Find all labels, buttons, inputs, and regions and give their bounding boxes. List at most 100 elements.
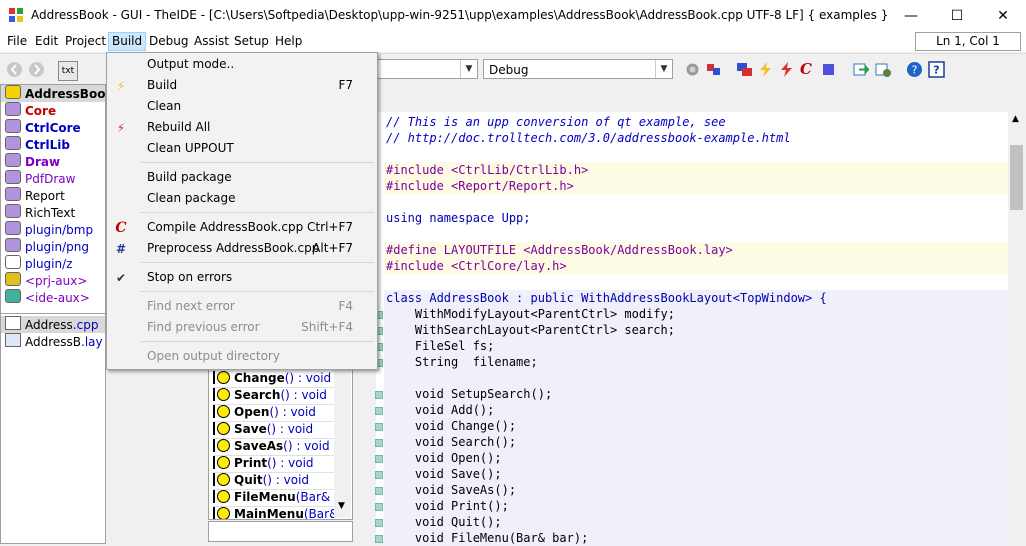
- package-item[interactable]: <prj-aux>: [5, 272, 87, 289]
- menu-help[interactable]: Help: [272, 33, 305, 50]
- method-icon: [217, 371, 230, 384]
- context-help-icon[interactable]: ?: [928, 61, 945, 78]
- build-menu-item[interactable]: ✔ Stop on errors: [107, 267, 375, 288]
- method-signature: () : void: [266, 422, 314, 436]
- build-menu-item[interactable]: Output mode..: [107, 54, 375, 75]
- package-item[interactable]: RichText: [5, 204, 75, 221]
- package-item[interactable]: plugin/z: [5, 255, 72, 272]
- package-item[interactable]: CtrlLib: [5, 136, 70, 153]
- navigator-item[interactable]: Save() : void: [213, 421, 339, 439]
- code-line: #include <Report/Report.h>: [386, 179, 574, 193]
- menu-item-label: Build package: [147, 170, 232, 184]
- forward-icon[interactable]: [28, 61, 45, 78]
- menu-build[interactable]: Build: [108, 32, 147, 51]
- build-menu-item[interactable]: Clean package: [107, 188, 375, 209]
- rebuild-icon[interactable]: [778, 61, 795, 78]
- run-icon[interactable]: [853, 61, 870, 78]
- package-icon: [5, 289, 21, 303]
- package-label: <prj-aux>: [25, 274, 88, 288]
- package-item[interactable]: CtrlCore: [5, 119, 81, 136]
- package-label: CtrlLib: [25, 138, 70, 152]
- scroll-up-icon[interactable]: ▲: [1012, 114, 1019, 124]
- package-item[interactable]: Draw: [5, 153, 60, 170]
- file-item[interactable]: AddressB.lay: [5, 333, 103, 350]
- window-title: AddressBook - GUI - TheIDE - [C:\Users\S…: [31, 8, 889, 22]
- navigator-item[interactable]: Print() : void: [213, 455, 339, 473]
- navigator-item[interactable]: Search() : void: [213, 387, 339, 405]
- help-icon[interactable]: ?: [906, 61, 923, 78]
- menu-item-label: Rebuild All: [147, 120, 211, 134]
- menu-file[interactable]: File: [4, 33, 30, 50]
- menu-item-label: Clean: [147, 99, 182, 113]
- line-marker: [375, 391, 383, 399]
- menu-setup[interactable]: Setup: [231, 33, 272, 50]
- menu-item-label: Preprocess AddressBook.cpp: [147, 241, 320, 255]
- build-menu-item[interactable]: ⚡ Build F7: [107, 75, 375, 96]
- method-name: MainMenu: [234, 507, 304, 520]
- build-menu-item[interactable]: Open output directory: [107, 346, 375, 367]
- menu-edit[interactable]: Edit: [32, 33, 61, 50]
- method-icon: [217, 405, 230, 418]
- txt-toggle[interactable]: txt: [58, 61, 78, 81]
- build-menu-item[interactable]: Build package: [107, 167, 375, 188]
- package-item[interactable]: AddressBook: [1, 85, 105, 102]
- build-icon[interactable]: [757, 61, 774, 78]
- package-item[interactable]: plugin/bmp: [5, 221, 93, 238]
- line-marker: [375, 471, 383, 479]
- maximize-button[interactable]: ☐: [934, 0, 980, 31]
- scroll-down-icon[interactable]: ▼: [338, 501, 345, 511]
- menu-item-label: Clean package: [147, 191, 236, 205]
- menu-debug[interactable]: Debug: [146, 33, 191, 50]
- navigator-item[interactable]: Open() : void: [213, 404, 339, 422]
- layout-icon[interactable]: [736, 61, 753, 78]
- code-line: #define LAYOUTFILE <AddressBook/AddressB…: [386, 243, 733, 257]
- navigator-list: Change() : void Search() : void Open() : v…: [208, 368, 353, 520]
- package-label: plugin/z: [25, 257, 73, 271]
- navigator-item[interactable]: SaveAs() : void: [213, 438, 339, 456]
- chevron-down-icon: ▼: [655, 60, 672, 78]
- line-marker: [375, 407, 383, 415]
- package-item[interactable]: PdfDraw: [5, 170, 75, 187]
- debug-icon[interactable]: [875, 61, 892, 78]
- main-config-combo[interactable]: ▼: [376, 59, 478, 79]
- menu-project[interactable]: Project: [62, 33, 109, 50]
- editor-scroll-thumb[interactable]: [1010, 145, 1023, 210]
- navigator-item[interactable]: FileMenu(Bar& b: [213, 489, 339, 507]
- method-signature: () : void: [283, 439, 330, 453]
- navigator-scrollbar[interactable]: ▼: [334, 368, 351, 518]
- build-mode-combo[interactable]: Debug ▼: [483, 59, 673, 79]
- method-name: Save: [234, 422, 267, 436]
- build-menu-item[interactable]: C Compile AddressBook.cpp Ctrl+F7: [107, 217, 375, 238]
- menu-item-label: Find previous error: [147, 320, 260, 334]
- package-organizer-icon[interactable]: [684, 61, 701, 78]
- package-item[interactable]: <ide-aux>: [5, 289, 90, 306]
- build-menu-item[interactable]: ⚡ Rebuild All: [107, 117, 375, 138]
- check-icon: ✔: [115, 271, 127, 285]
- build-menu-item[interactable]: Find next error F4: [107, 296, 375, 317]
- package-icon: [5, 255, 21, 269]
- build-menu-item[interactable]: Find previous error Shift+F4: [107, 317, 375, 338]
- package-item[interactable]: plugin/png: [5, 238, 89, 255]
- package-label: Report: [25, 189, 65, 203]
- navigator-search-input[interactable]: [208, 521, 353, 542]
- package-item[interactable]: Core: [5, 102, 56, 119]
- minimize-button[interactable]: —: [888, 0, 934, 31]
- menu-assist[interactable]: Assist: [191, 33, 232, 50]
- navigator-item[interactable]: Quit() : void: [213, 472, 339, 490]
- build-menu-item[interactable]: Clean: [107, 96, 375, 117]
- build-menu-item[interactable]: # Preprocess AddressBook.cpp Alt+F7: [107, 238, 375, 259]
- navigator-item[interactable]: MainMenu(Bar&: [213, 506, 339, 520]
- navigator-item[interactable]: Change() : void: [213, 370, 339, 388]
- method-name: FileMenu: [234, 490, 296, 504]
- back-icon[interactable]: [6, 61, 23, 78]
- code-line: FileSel fs;: [386, 339, 495, 353]
- build-menu-item[interactable]: Clean UPPOUT: [107, 138, 375, 159]
- file-item[interactable]: Address.cpp: [1, 316, 105, 333]
- member-marker-icon: [213, 507, 215, 519]
- stop-icon[interactable]: [820, 61, 837, 78]
- code-line: #include <CtrlLib/CtrlLib.h>: [386, 163, 589, 177]
- compile-icon[interactable]: C: [800, 61, 817, 78]
- package-item[interactable]: Report: [5, 187, 65, 204]
- cubes-icon[interactable]: [705, 61, 722, 78]
- close-button[interactable]: ✕: [980, 0, 1026, 31]
